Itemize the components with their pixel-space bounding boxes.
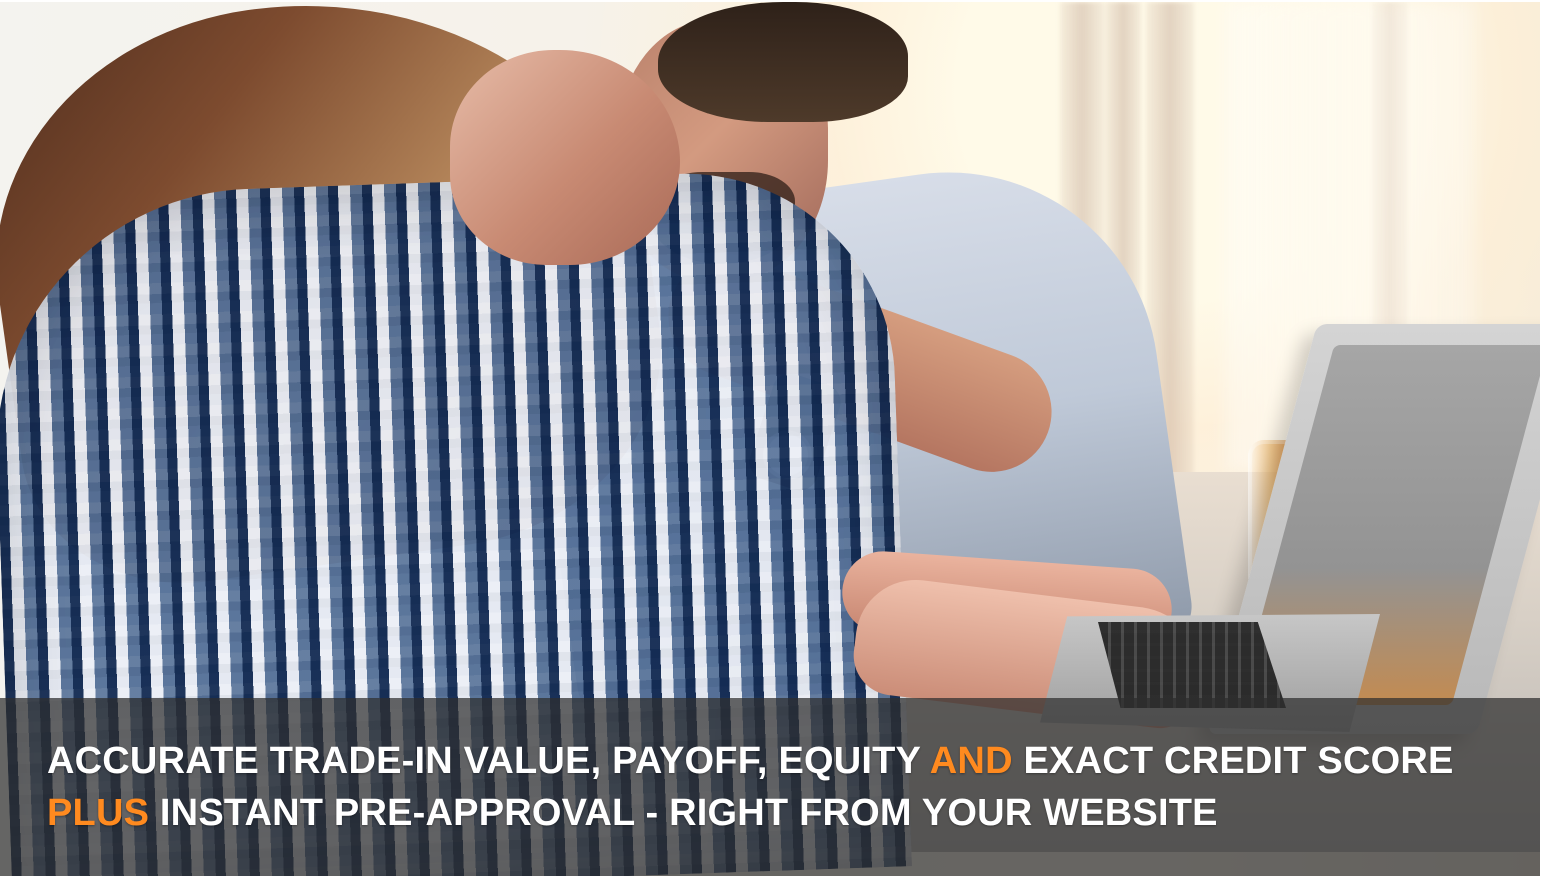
hero-banner: ACCURATE TRADE-IN VALUE, PAYOFF, EQUITY … bbox=[0, 2, 1540, 876]
hero-caption: ACCURATE TRADE-IN VALUE, PAYOFF, EQUITY … bbox=[47, 735, 1454, 839]
caption-line-1-highlight: AND bbox=[929, 740, 1013, 782]
caption-line-1-part-2: EXACT CREDIT SCORE bbox=[1023, 740, 1454, 782]
man-hair bbox=[658, 2, 908, 122]
caption-line-1-part-1: ACCURATE TRADE-IN VALUE, PAYOFF, EQUITY bbox=[47, 740, 921, 782]
caption-line-1: ACCURATE TRADE-IN VALUE, PAYOFF, EQUITY … bbox=[47, 735, 1454, 787]
caption-line-2: PLUS INSTANT PRE-APPROVAL - RIGHT FROM Y… bbox=[47, 787, 1454, 839]
woman-face bbox=[450, 50, 680, 265]
caption-line-2-highlight: PLUS bbox=[47, 792, 150, 834]
caption-line-2-part: INSTANT PRE-APPROVAL - RIGHT FROM YOUR W… bbox=[159, 792, 1218, 834]
laptop-keyboard bbox=[1098, 622, 1286, 708]
